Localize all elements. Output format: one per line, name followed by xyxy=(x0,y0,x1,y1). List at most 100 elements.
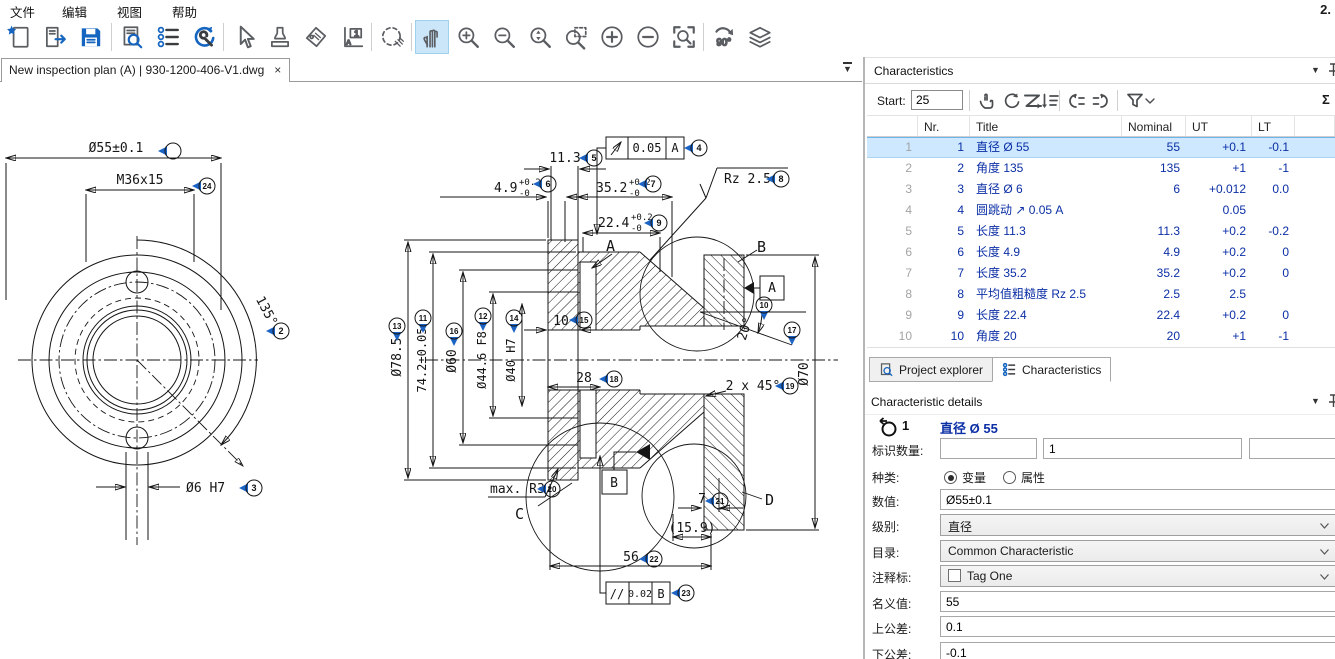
value-input[interactable] xyxy=(940,489,1335,510)
table-row[interactable]: 55长度 11.311.3+0.2-0.2 xyxy=(867,221,1335,242)
table-row[interactable]: 22角度 135135+1-1 xyxy=(867,158,1335,179)
details-menu-chevron-icon[interactable]: ▼ xyxy=(1311,396,1320,406)
zoom-selection-button[interactable] xyxy=(523,20,557,54)
open-document-button[interactable] xyxy=(38,20,72,54)
document-tab[interactable]: New inspection plan (A) | 930-1200-406-V… xyxy=(1,58,290,82)
increase-button[interactable] xyxy=(595,20,629,54)
stamp-tool-button[interactable] xyxy=(263,20,297,54)
balloon-16[interactable]: 16 xyxy=(446,323,462,346)
fcf-runout-value[interactable]: 0.05 xyxy=(633,141,662,155)
table-row[interactable]: 11直径 Ø 5555+0.1-0.1 xyxy=(867,137,1335,158)
dim-r3[interactable]: max. R3 xyxy=(490,482,545,497)
balloon-24[interactable]: 24 xyxy=(192,178,215,194)
zoom-out-button[interactable] xyxy=(487,20,521,54)
table-row[interactable]: 99长度 22.422.4+0.20 xyxy=(867,305,1335,326)
datum-a-label[interactable]: A xyxy=(768,281,776,296)
dim-d6[interactable]: Ø6 H7 xyxy=(186,481,225,496)
dim-d55[interactable]: Ø55±0.1 xyxy=(89,141,144,156)
table-row[interactable]: 1010角度 2020+1-1 xyxy=(867,326,1335,347)
table-row[interactable]: 33直径 Ø 66+0.0120.0 xyxy=(867,179,1335,200)
fcf-parallel-datum[interactable]: B xyxy=(657,587,664,601)
dim-m36[interactable]: M36x15 xyxy=(117,173,164,188)
dim-d78-5[interactable]: Ø78.5 xyxy=(390,337,405,376)
catalog-select[interactable]: Common Characteristic xyxy=(940,540,1335,562)
rotate-90-button[interactable]: 90° xyxy=(707,20,741,54)
start-input[interactable] xyxy=(911,90,963,110)
dim-28[interactable]: 28 xyxy=(576,371,592,386)
table-row[interactable]: 44圆跳动 ↗ 0.05 A0.05 xyxy=(867,200,1335,221)
balloon-5[interactable]: 5 xyxy=(579,150,602,166)
upper-tolerance-input[interactable] xyxy=(940,616,1335,637)
radio-variable-icon[interactable] xyxy=(944,471,957,484)
dim-15-9[interactable]: (15.9) xyxy=(669,521,716,536)
dim-74-2[interactable]: 74.2±0.05 xyxy=(415,327,429,392)
tab-characteristics[interactable]: Characteristics xyxy=(992,357,1111,382)
dim-22-4[interactable]: 22.4 xyxy=(598,216,629,231)
corner-dimension-tool-button[interactable]: 1A xyxy=(335,20,369,54)
balloon-23[interactable]: 23 xyxy=(671,585,694,601)
dim-135[interactable]: 135° xyxy=(252,294,280,329)
freehand-region-tool-button[interactable] xyxy=(375,20,409,54)
table-row[interactable]: 88平均值粗糙度 Rz 2.52.52.5 xyxy=(867,284,1335,305)
fcf-parallel-value[interactable]: 0.02 xyxy=(628,589,652,600)
dim-11-3[interactable]: 11.3 xyxy=(549,151,580,166)
filter-button[interactable] xyxy=(1123,88,1157,113)
col-nominal[interactable]: Nominal xyxy=(1122,116,1186,136)
balloon-1[interactable]: 1 xyxy=(158,143,181,159)
balloon-18[interactable]: 18 xyxy=(599,371,622,387)
dim-d44-6[interactable]: Ø44.6 F8 xyxy=(475,331,489,389)
dim-d70[interactable]: Ø70 xyxy=(797,362,812,385)
balloon-22[interactable]: 22 xyxy=(639,551,662,567)
find-in-document-button[interactable] xyxy=(115,20,149,54)
tag-tool-button[interactable] xyxy=(299,20,333,54)
balloon-17[interactable]: 17 xyxy=(784,322,800,345)
zoom-window-button[interactable] xyxy=(559,20,593,54)
dim-7[interactable]: 7 xyxy=(698,492,706,507)
sum-symbol[interactable]: Σ xyxy=(1322,92,1330,107)
qty-input-1[interactable] xyxy=(940,438,1037,459)
level-select[interactable]: 直径 xyxy=(940,514,1335,536)
table-row[interactable]: 77长度 35.235.2+0.20 xyxy=(867,263,1335,284)
qty-input-2[interactable] xyxy=(1043,438,1242,459)
balloon-3[interactable]: 3 xyxy=(239,480,262,496)
balloon-4[interactable]: 4 xyxy=(684,140,707,156)
select-cursor-button[interactable] xyxy=(227,20,261,54)
nominal-input[interactable] xyxy=(940,591,1335,612)
lower-tolerance-input[interactable] xyxy=(940,642,1335,659)
dim-rz[interactable]: Rz 2.5 xyxy=(724,172,771,187)
new-inspection-plan-button[interactable] xyxy=(2,20,36,54)
tags-select[interactable]: Tag One xyxy=(940,565,1335,587)
layers-button[interactable] xyxy=(743,20,777,54)
dim-chamfer[interactable]: 2 x 45° xyxy=(726,379,781,394)
dim-10[interactable]: 10 xyxy=(553,314,569,329)
decrease-button[interactable] xyxy=(631,20,665,54)
dim-d40[interactable]: Ø40 H7 xyxy=(504,338,518,381)
fcf-runout-datum[interactable]: A xyxy=(671,141,679,155)
datum-b-label[interactable]: B xyxy=(610,476,618,491)
point-select-button[interactable] xyxy=(974,88,999,113)
dim-35-2[interactable]: 35.2 xyxy=(596,181,627,196)
radio-attribute-icon[interactable] xyxy=(1003,471,1016,484)
dim-d60[interactable]: Ø60 xyxy=(445,349,460,372)
qty-input-3[interactable] xyxy=(1249,438,1335,459)
col-nr[interactable]: Nr. xyxy=(918,116,970,136)
drawing-canvas[interactable]: Ø55±0.1 M36x15 135° Ø6 H7 xyxy=(0,82,862,659)
balloon-12[interactable]: 12 xyxy=(475,308,491,331)
tab-list-chevron-icon[interactable]: ▼ xyxy=(843,62,852,74)
col-title[interactable]: Title xyxy=(970,116,1122,136)
pan-tool-button[interactable] xyxy=(415,20,449,54)
panel-menu-chevron-icon[interactable]: ▼ xyxy=(1311,65,1320,75)
dim-4-9[interactable]: 4.9 xyxy=(494,181,517,196)
insert-before-button[interactable] xyxy=(1063,88,1088,113)
col-lt[interactable]: LT xyxy=(1252,116,1295,136)
tab-project-explorer[interactable]: Project explorer xyxy=(869,357,993,382)
table-row[interactable]: 66长度 4.94.9+0.20 xyxy=(867,242,1335,263)
zoom-in-button[interactable] xyxy=(451,20,485,54)
tab-close-icon[interactable]: × xyxy=(274,63,281,77)
insert-after-button[interactable] xyxy=(1090,88,1115,113)
zoom-fit-button[interactable] xyxy=(667,20,701,54)
tag-checkbox[interactable] xyxy=(948,569,961,582)
balloon-14[interactable]: 14 xyxy=(506,310,522,333)
characteristics-list-button[interactable] xyxy=(151,20,185,54)
radio-attribute[interactable]: 属性 xyxy=(1003,469,1045,486)
